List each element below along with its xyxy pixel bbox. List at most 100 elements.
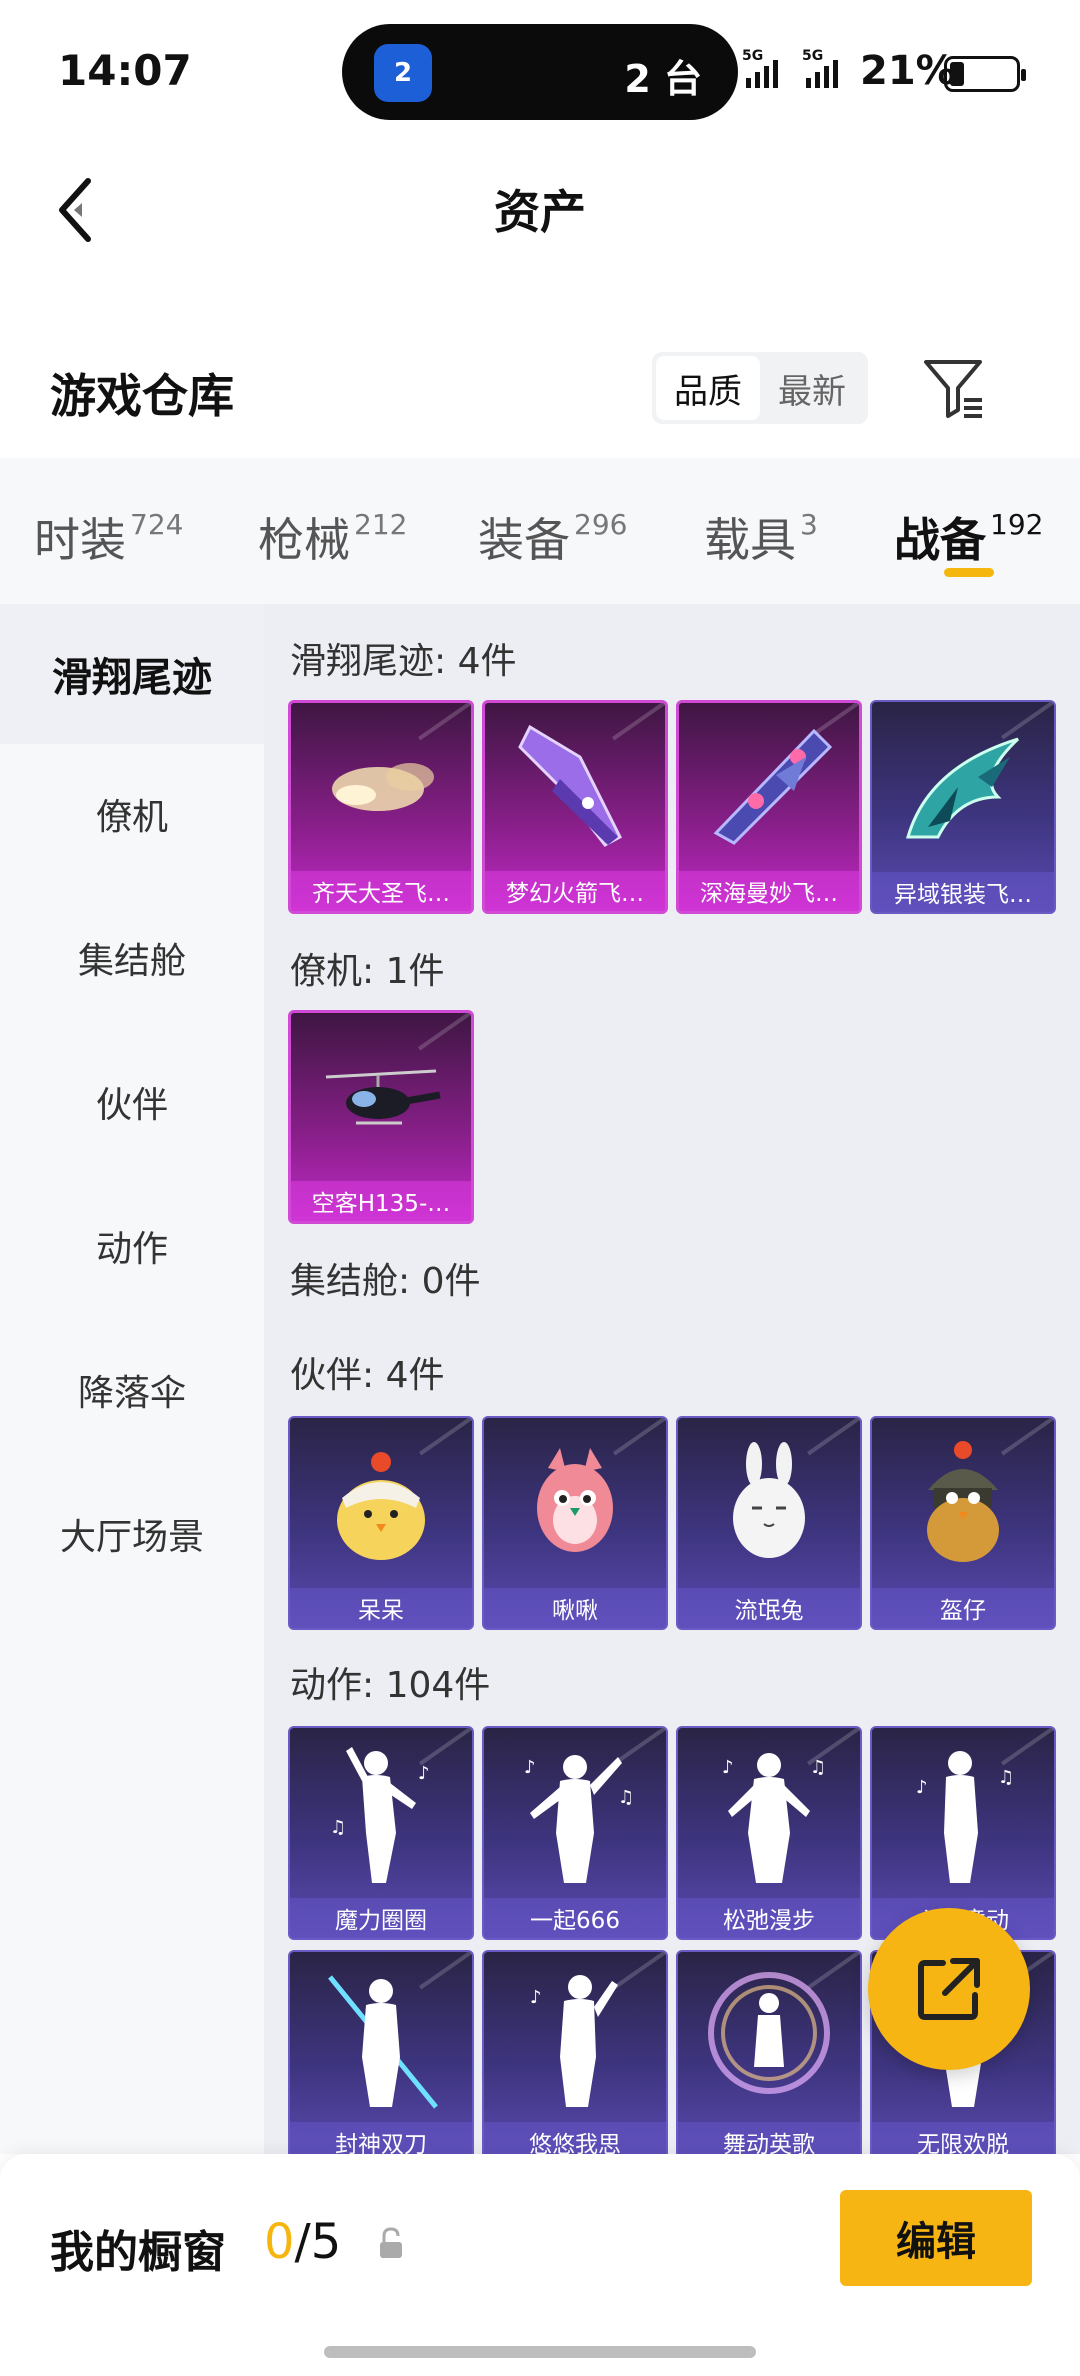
status-time: 14:07 xyxy=(58,46,192,95)
warehouse-header: 游戏仓库 品质 最新 xyxy=(0,330,1080,450)
sidebar-item-emote[interactable]: 动作 xyxy=(0,1176,264,1316)
group-label-wingman: 僚机: 1件 xyxy=(290,951,445,992)
tab-label: 战备 xyxy=(894,513,986,567)
svg-text:♫: ♫ xyxy=(810,1757,826,1778)
lock-icon xyxy=(376,2226,406,2260)
share-icon xyxy=(918,1958,980,2020)
item-name: 松弛漫步 xyxy=(678,1898,860,1938)
tab-fashion[interactable]: 时装 724 xyxy=(34,504,183,570)
dancer-silhouette-icon: ♪ ♫ xyxy=(872,1728,1054,1898)
item-card[interactable]: 盔仔 xyxy=(870,1416,1056,1630)
item-name: 流氓兔 xyxy=(678,1588,860,1628)
item-card[interactable]: 深海曼妙飞… xyxy=(676,700,862,914)
showcase-count: 0/5 xyxy=(264,2214,341,2270)
cloud-trail-icon xyxy=(291,703,471,871)
tab-label: 时装 xyxy=(34,513,126,567)
item-card[interactable]: 啾啾 xyxy=(482,1416,668,1630)
tab-count: 212 xyxy=(354,507,408,541)
tab-equipment[interactable]: 装备 296 xyxy=(478,504,627,570)
rocket-glider-icon xyxy=(485,703,665,871)
item-name: 梦幻火箭飞… xyxy=(485,871,665,911)
status-bar: 14:07 2 2 台 5G 5G 21% xyxy=(0,0,1080,130)
home-indicator[interactable] xyxy=(324,2346,756,2358)
filter-icon[interactable] xyxy=(920,354,990,424)
group-label-emote: 动作: 104件 xyxy=(290,1665,491,1706)
dancer-silhouette-icon: ♪ ♫ xyxy=(484,1728,666,1898)
sidebar-item-wingman[interactable]: 僚机 xyxy=(0,744,264,884)
dancer-silhouette-icon xyxy=(290,1952,472,2122)
item-name: 深海曼妙飞… xyxy=(679,871,859,911)
dancer-silhouette-icon: ♪ ♫ xyxy=(678,1728,860,1898)
helicopter-icon xyxy=(291,1013,471,1181)
item-card[interactable]: 空客H135-… xyxy=(288,1010,474,1224)
item-card[interactable]: ♪ ♫ 一起666 xyxy=(482,1726,668,1940)
sort-latest-button[interactable]: 最新 xyxy=(760,356,864,420)
item-name: 空客H135-… xyxy=(291,1181,471,1221)
showcase-total: /5 xyxy=(294,2214,342,2270)
svg-text:♫: ♫ xyxy=(330,1817,346,1838)
svg-text:♪: ♪ xyxy=(722,1757,734,1778)
tab-vehicles[interactable]: 载具 3 xyxy=(704,504,818,570)
tab-label: 载具 xyxy=(704,513,796,567)
tab-label: 装备 xyxy=(478,513,570,567)
bird-companion-icon xyxy=(484,1418,666,1588)
showcase-label: 我的橱窗 xyxy=(50,2227,226,2278)
item-card[interactable]: ♪ 悠悠我思 xyxy=(482,1950,668,2154)
dancer-silhouette-icon: ♪ xyxy=(484,1952,666,2122)
item-name: 齐天大圣飞… xyxy=(291,871,471,911)
page-title: 资产 xyxy=(494,185,586,239)
item-card[interactable]: 异域银装飞… xyxy=(870,700,1056,914)
cast-icon: 2 xyxy=(374,44,432,102)
sidebar-item-parachute[interactable]: 降落伞 xyxy=(0,1320,264,1460)
helmet-chick-companion-icon xyxy=(872,1418,1054,1588)
dynamic-island-pill[interactable]: 2 2 台 xyxy=(342,24,738,120)
signal-icon: 5G xyxy=(742,48,778,88)
tab-guns[interactable]: 枪械 212 xyxy=(258,504,407,570)
svg-text:♪: ♪ xyxy=(916,1777,928,1798)
group-label-companion: 伙伴: 4件 xyxy=(290,1355,445,1396)
item-name: 呆呆 xyxy=(290,1588,472,1628)
dancer-bubble-icon xyxy=(678,1952,860,2122)
subcategory-sidebar: 滑翔尾迹 僚机 集结舱 伙伴 动作 降落伞 大厅场景 xyxy=(0,604,264,2154)
item-card[interactable]: ♪ ♫ 松弛漫步 xyxy=(676,1726,862,1940)
sidebar-item-companion[interactable]: 伙伴 xyxy=(0,1032,264,1172)
nav-bar: 资产 xyxy=(0,130,1080,280)
sidebar-item-glide-trail[interactable]: 滑翔尾迹 xyxy=(0,604,264,744)
item-card[interactable]: 齐天大圣飞… xyxy=(288,700,474,914)
network-label: 5G xyxy=(742,48,764,64)
svg-text:♪: ♪ xyxy=(418,1763,430,1784)
svg-text:♪: ♪ xyxy=(530,1987,542,2008)
sidebar-item-lobby-scene[interactable]: 大厅场景 xyxy=(0,1464,264,1604)
dancer-silhouette-icon: ♪ ♫ xyxy=(290,1728,472,1898)
showcase-bar: 我的橱窗 0/5 编辑 xyxy=(0,2154,1080,2376)
cast-badge: 2 xyxy=(393,58,413,88)
item-card[interactable]: 流氓兔 xyxy=(676,1416,862,1630)
item-card[interactable]: ♪♫ 心随意动 xyxy=(870,1726,1056,1940)
deep-sea-glider-icon xyxy=(679,703,859,871)
tab-count: 3 xyxy=(800,507,818,541)
tab-readiness[interactable]: 战备 192 xyxy=(894,504,1043,570)
sort-toggle: 品质 最新 xyxy=(652,352,868,424)
device-count: 2 台 xyxy=(624,57,702,101)
item-card[interactable]: 封神双刀 xyxy=(288,1950,474,2154)
edit-button[interactable]: 编辑 xyxy=(840,2190,1032,2286)
section-title: 游戏仓库 xyxy=(50,369,234,423)
sidebar-item-capsule[interactable]: 集结舱 xyxy=(0,888,264,1028)
active-tab-indicator xyxy=(944,568,994,577)
item-name: 异域银装飞… xyxy=(872,872,1054,912)
item-name: 啾啾 xyxy=(484,1588,666,1628)
chick-companion-icon xyxy=(290,1418,472,1588)
share-fab-button[interactable] xyxy=(868,1908,1030,2070)
item-name: 舞动英歌 xyxy=(678,2122,860,2154)
item-name: 悠悠我思 xyxy=(484,2122,666,2154)
svg-text:♪: ♪ xyxy=(524,1757,536,1778)
item-card[interactable]: 梦幻火箭飞… xyxy=(482,700,668,914)
category-tabs: 时装 724 枪械 212 装备 296 载具 3 战备 192 xyxy=(0,458,1080,604)
sort-quality-button[interactable]: 品质 xyxy=(656,356,760,420)
item-card[interactable]: ♪ ♫ 魔力圈圈 xyxy=(288,1726,474,1940)
item-card[interactable]: 呆呆 xyxy=(288,1416,474,1630)
showcase-current: 0 xyxy=(264,2214,295,2270)
tab-label: 枪械 xyxy=(258,513,350,567)
item-card[interactable]: 舞动英歌 xyxy=(676,1950,862,2154)
silver-wing-glider-icon xyxy=(872,702,1054,872)
